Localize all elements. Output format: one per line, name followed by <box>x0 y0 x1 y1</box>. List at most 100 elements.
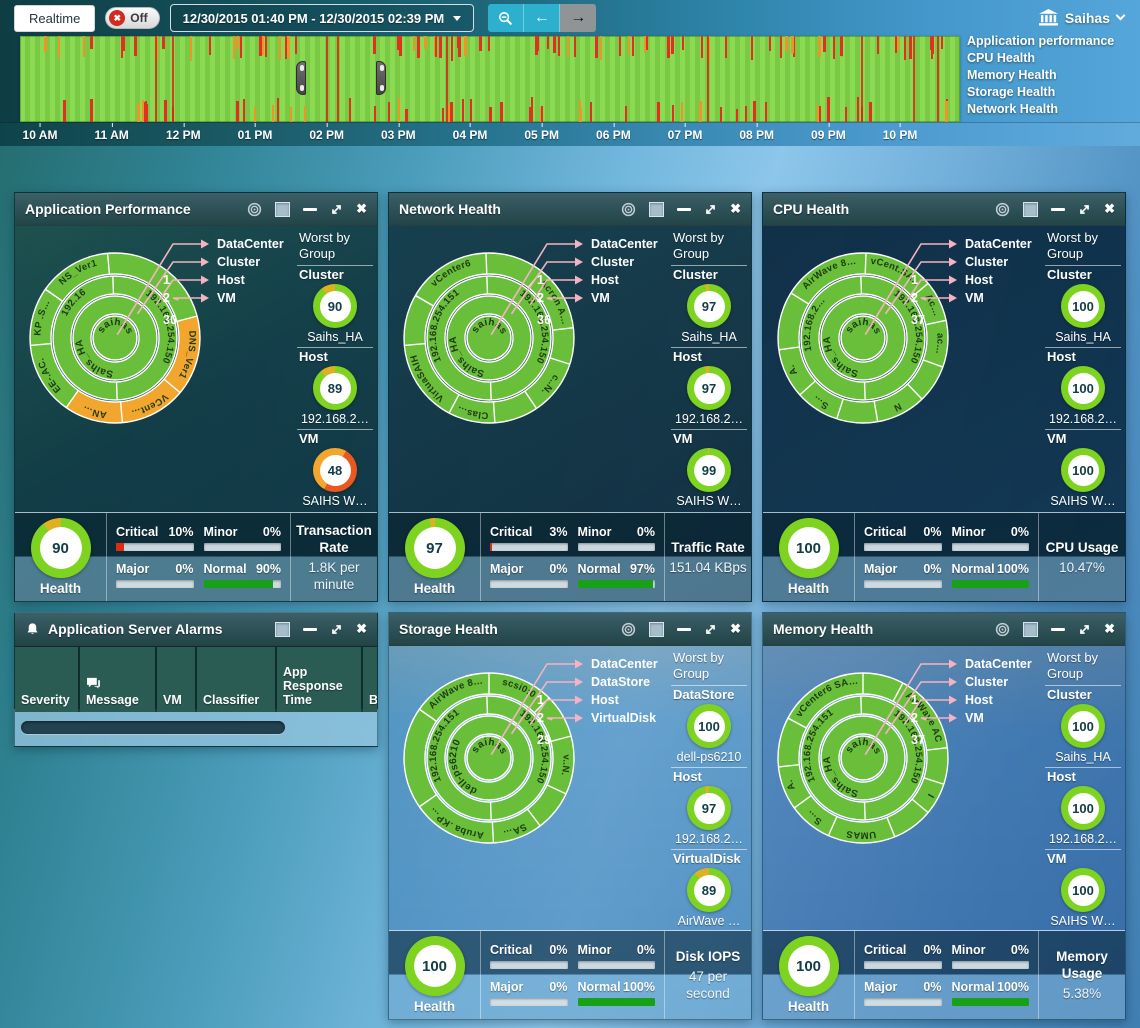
alarm-tick <box>462 99 464 122</box>
legend-toggle-icon[interactable] <box>649 202 664 217</box>
column-ba[interactable]: Ba <box>363 647 378 712</box>
host-gauge: 89 <box>313 366 357 410</box>
minimize-icon[interactable] <box>1051 208 1065 211</box>
worst-group-cluster: Cluster 97 Saihs_HA <box>671 266 747 348</box>
forward-button[interactable]: → <box>560 4 596 32</box>
legend-item-application-performance[interactable]: Application performance <box>967 33 1114 50</box>
metric-box: CPU Usage 10.47% <box>1039 513 1125 601</box>
target-icon[interactable] <box>621 202 636 217</box>
metric-box: Traffic Rate 151.04 KBps <box>665 513 751 601</box>
minimize-icon[interactable] <box>677 628 691 631</box>
close-icon[interactable]: ✖ <box>1104 201 1115 217</box>
user-name: Saihas <box>1065 10 1110 26</box>
legend-toggle-icon[interactable] <box>649 622 664 637</box>
bell-icon <box>25 622 40 637</box>
range-handle-right[interactable] <box>376 61 386 95</box>
alarm-tick <box>137 103 140 122</box>
worst-by-group: Worst by Group DataStore 100 dell-ps6210… <box>667 646 751 930</box>
alarm-tick <box>90 36 93 49</box>
close-icon[interactable]: ✖ <box>1104 621 1115 637</box>
minimize-icon[interactable] <box>303 628 317 631</box>
right-arrow-icon: → <box>570 9 586 27</box>
realtime-button[interactable]: Realtime <box>14 5 95 32</box>
alarm-tick <box>451 36 453 61</box>
svg-text:Cluster: Cluster <box>591 255 634 269</box>
maximize-icon[interactable] <box>1078 203 1091 216</box>
alarm-tick <box>479 36 482 51</box>
alarm-tick <box>595 36 598 58</box>
svg-text:Host: Host <box>591 693 620 707</box>
target-icon[interactable] <box>995 622 1010 637</box>
severity-normal: Normal97% <box>578 562 656 590</box>
range-handle-left[interactable] <box>296 61 306 95</box>
alarm-tick <box>753 101 756 122</box>
column-app-response-time[interactable]: App Response Time <box>277 647 361 712</box>
severity-normal: Normal100% <box>578 980 656 1008</box>
close-icon[interactable]: ✖ <box>730 621 741 637</box>
panel-title: Application Server Alarms <box>48 621 275 637</box>
back-button[interactable]: ← <box>524 4 560 32</box>
sunburst-chart[interactable]: saihasSaihs_HA192.168.2…192.168.254.150A… <box>763 226 1043 512</box>
date-range-picker[interactable]: 12/30/2015 01:40 PM - 12/30/2015 02:39 P… <box>170 4 475 32</box>
panel-title: Network Health <box>399 201 621 217</box>
column-classifier[interactable]: Classifier <box>197 647 275 712</box>
column-message[interactable]: Message <box>80 647 155 712</box>
svg-text:1: 1 <box>537 273 544 287</box>
alarm-tick <box>134 36 137 56</box>
minimize-icon[interactable] <box>303 208 317 211</box>
health-gauge-box: 97 Health <box>389 513 481 601</box>
target-icon[interactable] <box>995 202 1010 217</box>
user-menu[interactable]: Saihas <box>1039 9 1124 26</box>
legend-item-cpu-health[interactable]: CPU Health <box>967 50 1114 67</box>
maximize-icon[interactable] <box>704 203 717 216</box>
alarm-tick <box>531 97 533 122</box>
alarm-tick <box>399 36 402 56</box>
column-severity[interactable]: Severity <box>15 647 78 712</box>
legend-item-storage-health[interactable]: Storage Health <box>967 84 1114 101</box>
target-icon[interactable] <box>621 622 636 637</box>
column-vm[interactable]: VM <box>157 647 195 712</box>
legend-toggle-icon[interactable] <box>1023 202 1038 217</box>
sunburst-chart[interactable]: saihasSaihs_HA192.16192.168.254.150NS_Ve… <box>15 226 295 512</box>
severity-normal: Normal90% <box>204 562 282 590</box>
realtime-off-toggle[interactable]: ✖ Off <box>105 7 159 29</box>
svg-text:DataCenter: DataCenter <box>591 237 658 251</box>
alarm-tick <box>236 101 239 122</box>
alarm-tick <box>857 97 859 122</box>
horizontal-scrollbar[interactable] <box>21 721 285 734</box>
sunburst-chart[interactable]: saihasdell-ps6210192.168.254.151192.168.… <box>389 646 669 930</box>
maximize-icon[interactable] <box>704 623 717 636</box>
alarm-tick <box>745 106 747 122</box>
close-icon[interactable]: ✖ <box>730 201 741 217</box>
target-icon[interactable] <box>247 202 262 217</box>
worst-group-host: Host 100 192.168.2… <box>1045 348 1121 430</box>
worst-group-host: Host 97 192.168.2… <box>671 348 747 430</box>
sunburst-chart[interactable]: saihasSaihs_HA192.168.254.151192.168.254… <box>389 226 669 512</box>
legend-toggle-icon[interactable] <box>275 202 290 217</box>
health-gauge: 100 <box>779 936 839 996</box>
zoom-out-button[interactable] <box>488 4 524 32</box>
svg-text:2: 2 <box>911 291 918 305</box>
maximize-icon[interactable] <box>330 623 343 636</box>
legend-item-network-health[interactable]: Network Health <box>967 101 1114 118</box>
legend-toggle-icon[interactable] <box>275 622 290 637</box>
alarm-timeline[interactable] <box>20 36 960 122</box>
minimize-icon[interactable] <box>677 208 691 211</box>
panel-stats: 90 Health Critical10% Minor0% Major0% No… <box>15 512 377 601</box>
maximize-icon[interactable] <box>330 203 343 216</box>
alarm-tick <box>285 36 287 59</box>
svg-text:Cluster: Cluster <box>965 255 1008 269</box>
maximize-icon[interactable] <box>1078 623 1091 636</box>
svg-text:2: 2 <box>537 291 544 305</box>
sunburst-chart[interactable]: saihasSaihs_HA192.168.254.151192.168.254… <box>763 646 1043 930</box>
severity-minor: Minor0% <box>952 943 1030 971</box>
worst-by-group: Worst by Group Cluster 90 Saihs_HA Host … <box>293 226 377 512</box>
svg-text:DataCenter: DataCenter <box>217 237 284 251</box>
alarm-tick <box>628 36 630 54</box>
minimize-icon[interactable] <box>1051 628 1065 631</box>
legend-item-memory-health[interactable]: Memory Health <box>967 67 1114 84</box>
close-icon[interactable]: ✖ <box>356 201 367 217</box>
alarm-tick <box>682 36 684 50</box>
close-icon[interactable]: ✖ <box>356 621 367 637</box>
legend-toggle-icon[interactable] <box>1023 622 1038 637</box>
